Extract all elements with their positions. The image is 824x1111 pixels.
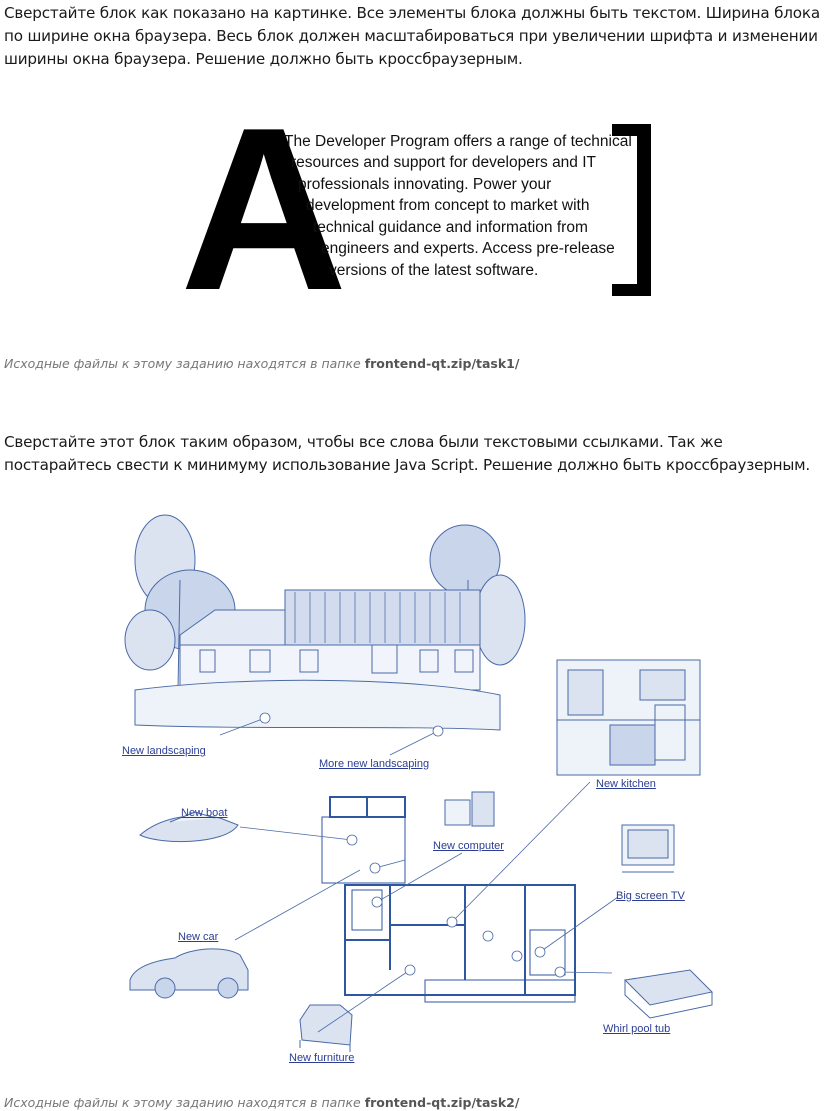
link-big-screen-tv[interactable]: Big screen TV [616,890,685,902]
block-text-line: development from concept to market with [306,197,590,214]
link-new-landscaping[interactable]: New landscaping [122,745,206,757]
block-text-line: technical guidance and information from [313,219,588,236]
task1-instructions: Сверстайте блок как показано на картинке… [4,4,820,68]
house-illustration [124,514,714,1052]
block-text-line: The Developer Program offers a range of … [284,133,632,150]
task1-source-note: Исходные файлы к этому заданию находятся… [4,356,520,371]
link-new-furniture[interactable]: New furniture [289,1052,354,1064]
block-text-line: engineers and experts. Access pre-releas… [321,240,615,257]
link-whirl-pool-tub[interactable]: Whirl pool tub [603,1023,670,1035]
link-new-boat[interactable]: New boat [181,807,227,819]
link-more-new-landscaping[interactable]: More new landscaping [319,758,429,770]
link-new-computer[interactable]: New computer [433,840,504,852]
block-text-line: resources and support for developers and… [291,154,597,171]
lawn-sketch [134,679,501,731]
link-new-car[interactable]: New car [178,931,218,943]
furniture-sketch [299,1004,353,1052]
tv-sketch [621,824,675,873]
task2-source-note: Исходные файлы к этому заданию находятся… [4,1095,520,1110]
block-text-line: professionals innovating. Power your [298,176,552,193]
task2-source-path: frontend-qt.zip/task2/ [364,1095,520,1110]
task2-instructions: Сверстайте этот блок таким образом, чтоб… [4,433,811,474]
car-sketch [129,948,249,999]
computer-sketch [444,791,495,827]
floor-plan [321,796,576,1003]
kitchen-sketch [556,659,701,776]
link-new-kitchen[interactable]: New kitchen [596,778,656,790]
bracket-bottom [612,284,651,296]
task1-source-path: frontend-qt.zip/task1/ [364,356,520,371]
block-text-line: versions of the latest software. [329,262,539,279]
right-bracket [637,124,651,296]
tub-sketch [623,969,714,1019]
